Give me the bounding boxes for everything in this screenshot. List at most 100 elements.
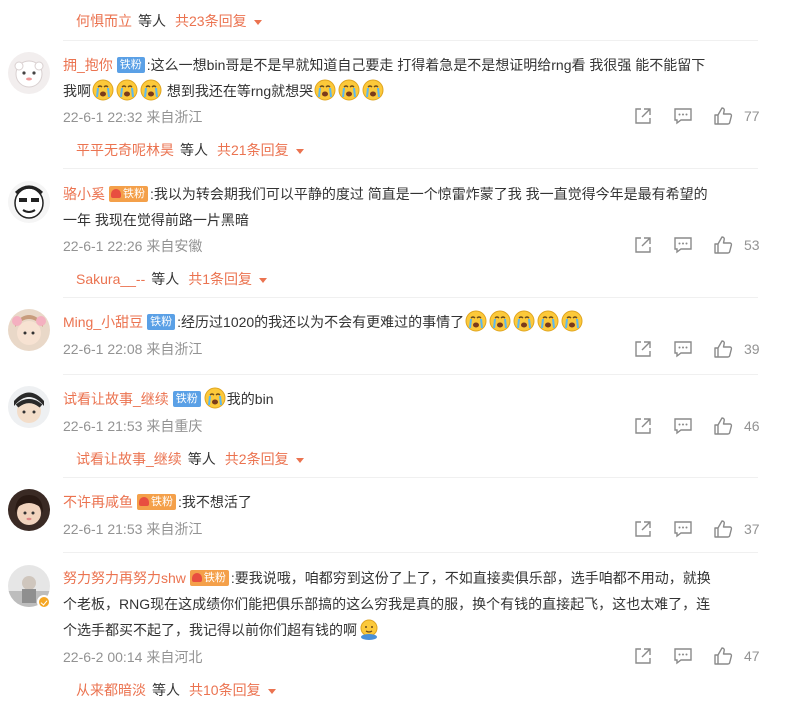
comment-username[interactable]: 努力努力再努力shw <box>63 570 186 586</box>
comment-actions: 39 <box>632 338 762 360</box>
comment-line: 我的bin <box>226 391 274 407</box>
avatar[interactable] <box>8 386 50 428</box>
comment-actions: 46 <box>632 415 762 437</box>
caret-down-icon[interactable] <box>295 457 304 463</box>
reply-summary[interactable]: Sakura__-- 等人 共1条回复 <box>76 268 268 290</box>
reply-count-link[interactable]: 共21条回复 <box>217 140 289 160</box>
crying-emoji <box>338 79 360 101</box>
crying-emoji <box>92 79 114 101</box>
reply-user-link[interactable]: Sakura__-- <box>76 271 145 287</box>
divider <box>63 297 758 298</box>
comment-line: :经历过1020的我还以为不会有更难过的事情了 <box>177 314 465 330</box>
like-count: 37 <box>744 521 760 537</box>
comment-text: 试看让故事_继续 铁粉 我的bin <box>63 386 763 412</box>
share-icon[interactable] <box>632 415 654 437</box>
hug-emoji <box>358 618 380 641</box>
reply-summary[interactable]: 平平无奇呢林昊 等人 共21条回复 <box>76 139 304 161</box>
reply-others-label: 等人 <box>180 142 208 158</box>
share-icon[interactable] <box>632 338 654 360</box>
comment-line: 个选手都买不起了，我记得以前你们超有钱的啊 <box>63 622 357 638</box>
avatar[interactable] <box>8 309 50 351</box>
comment-location: 来自浙江 <box>146 109 203 125</box>
comment-meta: 22-6-1 22:26 来自安徽 <box>63 236 202 256</box>
comment-meta: 22-6-2 00:14 来自河北 <box>63 647 202 667</box>
reply-count-link[interactable]: 共23条回复 <box>175 11 247 31</box>
caret-down-icon[interactable] <box>253 19 262 25</box>
reply-summary[interactable]: 何惧而立 等人 共23条回复 <box>76 10 262 32</box>
like-count: 47 <box>744 648 760 664</box>
reply-others-label: 等人 <box>138 13 166 29</box>
caret-down-icon[interactable] <box>267 688 276 694</box>
fan-badge: 铁粉 <box>172 391 201 408</box>
comment-line: 一年 我现在觉得前路一片黑暗 <box>63 212 249 228</box>
comment-line: 我啊 <box>63 83 91 99</box>
comment-icon[interactable] <box>672 234 694 256</box>
comment-text: 骆小奚 铁粉:我以为转会期我们可以平静的度过 简直是一个惊雷炸蒙了我 我一直觉得今… <box>63 181 763 233</box>
like-count: 39 <box>744 341 760 357</box>
caret-down-icon[interactable] <box>295 148 304 154</box>
comment-line: 个老板，RNG现在这成绩你们能把俱乐部搞的这么穷我是真的服，换个有钱的直接起飞，… <box>63 596 711 612</box>
reply-user-link[interactable]: 从来都暗淡 <box>76 680 146 700</box>
comment-location: 来自浙江 <box>146 341 203 357</box>
comment-actions: 53 <box>632 234 762 256</box>
thumbs-up-icon[interactable] <box>712 415 734 437</box>
reply-others-label: 等人 <box>187 451 216 467</box>
reply-summary[interactable]: 从来都暗淡 等人 共10条回复 <box>76 679 276 701</box>
comment-icon[interactable] <box>672 338 694 360</box>
divider <box>63 168 758 169</box>
comment-icon[interactable] <box>672 105 694 127</box>
thumbs-up-icon[interactable] <box>712 518 734 540</box>
share-icon[interactable] <box>632 645 654 667</box>
comment-line: :我不想活了 <box>178 494 252 510</box>
comment-meta: 22-6-1 21:53 来自浙江 <box>63 519 202 539</box>
crying-emoji <box>537 310 559 332</box>
thumbs-up-icon[interactable] <box>712 645 734 667</box>
thumbs-up-icon[interactable] <box>712 105 734 127</box>
thumbs-up-icon[interactable] <box>712 234 734 256</box>
comment-username[interactable]: Ming_小甜豆 <box>63 314 143 330</box>
avatar[interactable] <box>8 52 50 94</box>
comment-meta: 22-6-1 22:08 来自浙江 <box>63 339 202 359</box>
divider <box>63 477 758 478</box>
avatar[interactable] <box>8 489 50 531</box>
fan-badge: 铁粉 <box>137 494 176 511</box>
caret-down-icon[interactable] <box>259 277 268 283</box>
reply-summary[interactable]: 试看让故事_继续 等人 共2条回复 <box>76 448 304 470</box>
thumbs-up-icon[interactable] <box>712 338 734 360</box>
comment-line: 想到我还在等rng就想哭 <box>163 83 314 99</box>
crying-emoji <box>489 310 511 332</box>
comment-actions: 47 <box>632 645 762 667</box>
reply-user-link[interactable]: 试看让故事_继续 <box>76 449 182 469</box>
comment-username[interactable]: 试看让故事_继续 <box>63 391 169 407</box>
comment-location: 来自浙江 <box>146 521 203 537</box>
share-icon[interactable] <box>632 105 654 127</box>
reply-count-link[interactable]: 共10条回复 <box>189 680 261 700</box>
comment-time: 22-6-1 22:32 <box>63 109 143 125</box>
comment-icon[interactable] <box>672 518 694 540</box>
divider <box>63 374 758 375</box>
like-count: 77 <box>744 108 760 124</box>
fan-badge: 铁粉 <box>189 570 229 587</box>
crying-emoji <box>465 310 487 332</box>
crying-emoji <box>513 310 535 332</box>
comment-username[interactable]: 骆小奚 <box>63 186 105 202</box>
comment-icon[interactable] <box>672 415 694 437</box>
comment-username[interactable]: 不许再咸鱼 <box>63 494 133 510</box>
reply-count-link[interactable]: 共2条回复 <box>225 449 289 469</box>
comment-text: 努力努力再努力shw 铁粉:要我说哦，咱都穷到这份了上了，不如直接卖俱乐部，选手咱… <box>63 565 763 643</box>
crying-emoji <box>561 310 583 332</box>
fan-badge: 铁粉 <box>147 314 176 331</box>
reply-count-link[interactable]: 共1条回复 <box>188 269 252 289</box>
reply-user-link[interactable]: 何惧而立 <box>76 11 132 31</box>
comment-meta: 22-6-1 22:32 来自浙江 <box>63 107 202 127</box>
share-icon[interactable] <box>632 234 654 256</box>
comment-icon[interactable] <box>672 645 694 667</box>
comment-time: 22-6-1 22:26 <box>63 238 143 254</box>
comment-username[interactable]: 拥_抱你 <box>63 57 113 73</box>
share-icon[interactable] <box>632 518 654 540</box>
crying-emoji <box>116 79 138 101</box>
comment-time: 22-6-1 21:53 <box>63 418 143 434</box>
like-count: 53 <box>744 237 760 253</box>
avatar[interactable] <box>8 181 50 223</box>
reply-user-link[interactable]: 平平无奇呢林昊 <box>76 140 174 160</box>
